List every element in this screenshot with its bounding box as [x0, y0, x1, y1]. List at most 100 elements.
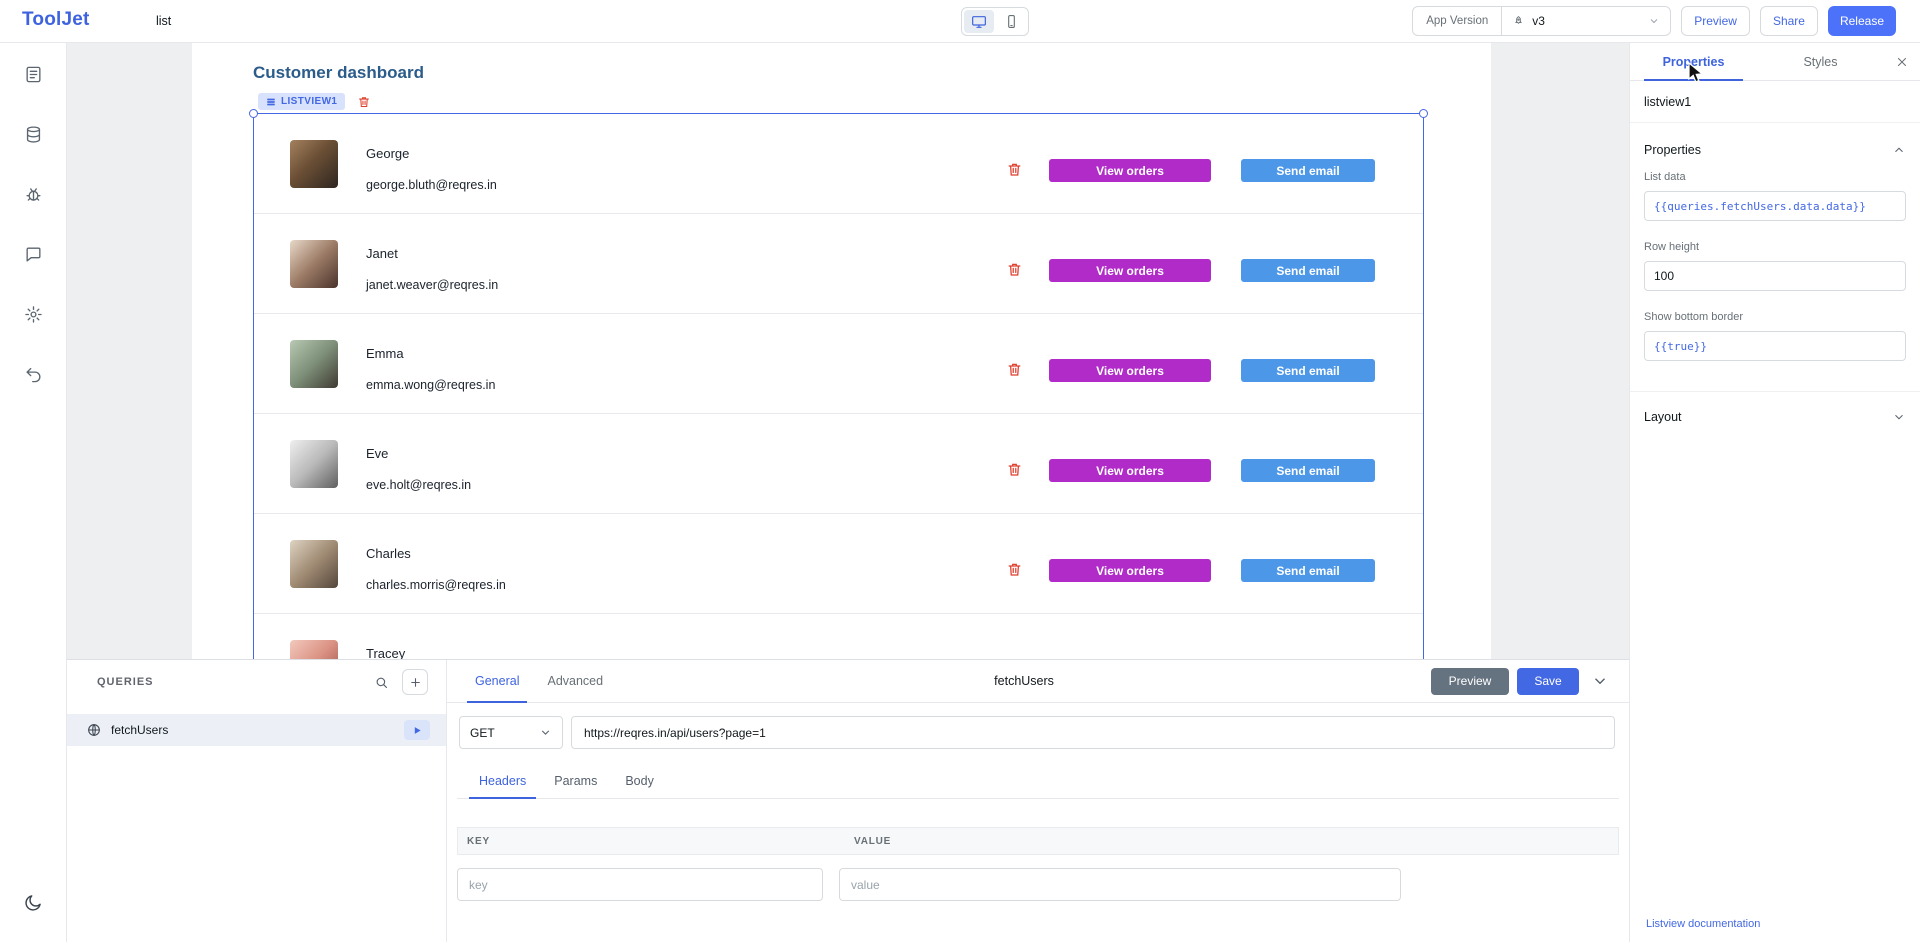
query-editor: General Advanced fetchUsers Preview Save… [447, 660, 1629, 942]
field-list-data: List data {{queries.fetchUsers.data.data… [1644, 171, 1906, 221]
delete-row-icon[interactable] [1006, 461, 1023, 478]
list-item: Eve eve.holt@reqres.in View orders Send … [254, 414, 1423, 514]
avatar [290, 340, 338, 388]
resize-handle[interactable] [1419, 109, 1428, 118]
query-save-button[interactable]: Save [1517, 668, 1579, 695]
mobile-view-button[interactable] [996, 10, 1026, 33]
delete-widget-icon[interactable] [357, 95, 371, 109]
close-icon[interactable] [1884, 43, 1920, 80]
send-email-button[interactable]: Send email [1241, 459, 1375, 482]
collapse-query-panel-icon[interactable] [1587, 670, 1613, 692]
view-orders-button[interactable]: View orders [1049, 259, 1211, 282]
listview-rows: George george.bluth@reqres.in View order… [254, 114, 1423, 659]
value-column-header: VALUE [840, 836, 891, 847]
dark-mode-icon[interactable] [16, 886, 50, 920]
app-version-label: App Version [1413, 7, 1502, 35]
pages-icon[interactable] [16, 57, 50, 91]
queries-title: QUERIES [97, 676, 360, 688]
row-height-input[interactable]: 100 [1644, 261, 1906, 291]
send-email-button[interactable]: Send email [1241, 559, 1375, 582]
url-input[interactable] [571, 716, 1615, 749]
method-value: GET [470, 726, 495, 740]
listview-documentation-link[interactable]: Listview documentation [1638, 908, 1906, 942]
resize-handle[interactable] [249, 109, 258, 118]
header-key-input[interactable] [457, 868, 823, 901]
view-orders-button[interactable]: View orders [1049, 459, 1211, 482]
debugger-icon[interactable] [16, 177, 50, 211]
field-row-height: Row height 100 [1644, 241, 1906, 291]
view-orders-button[interactable]: View orders [1049, 159, 1211, 182]
add-query-icon[interactable] [402, 669, 428, 695]
delete-row-icon[interactable] [1006, 261, 1023, 278]
version-select[interactable]: v3 [1502, 7, 1670, 35]
release-button[interactable]: Release [1828, 6, 1896, 36]
tab-params[interactable]: Params [540, 765, 611, 798]
layout-section-header[interactable]: Layout [1644, 392, 1906, 442]
list-item: Charles charles.morris@reqres.in View or… [254, 514, 1423, 614]
field-show-bottom-border: Show bottom border {{true}} [1644, 311, 1906, 361]
app-canvas[interactable]: Customer dashboard LISTVIEW1 [192, 43, 1491, 659]
method-select[interactable]: GET [459, 716, 563, 749]
properties-section-title: Properties [1644, 143, 1701, 157]
comments-icon[interactable] [16, 237, 50, 271]
avatar [290, 540, 338, 588]
avatar [290, 240, 338, 288]
list-item: Janet janet.weaver@reqres.in View orders… [254, 214, 1423, 314]
avatar [290, 440, 338, 488]
tab-body[interactable]: Body [611, 765, 668, 798]
show-bottom-border-input[interactable]: {{true}} [1644, 331, 1906, 361]
header-value-input[interactable] [839, 868, 1401, 901]
app-name[interactable]: list [156, 14, 171, 28]
list-item: Emma emma.wong@reqres.in View orders Sen… [254, 314, 1423, 414]
properties-section-header[interactable]: Properties [1644, 123, 1906, 171]
run-query-icon[interactable] [404, 720, 430, 740]
tab-general[interactable]: General [461, 660, 533, 702]
top-bar: ToolJet list App Version [0, 0, 1920, 43]
settings-icon[interactable] [16, 297, 50, 331]
query-list-item[interactable]: fetchUsers [67, 714, 446, 746]
delete-row-icon[interactable] [1006, 561, 1023, 578]
tab-advanced[interactable]: Advanced [533, 660, 617, 702]
listview-widget[interactable]: George george.bluth@reqres.in View order… [253, 113, 1424, 659]
user-name: Charles [366, 546, 411, 561]
send-email-button[interactable]: Send email [1241, 159, 1375, 182]
share-button[interactable]: Share [1760, 6, 1818, 36]
user-name: Eve [366, 446, 388, 461]
queries-header: QUERIES [67, 660, 446, 704]
view-orders-button[interactable]: View orders [1049, 359, 1211, 382]
rocket-icon [1512, 15, 1525, 28]
search-icon[interactable] [368, 669, 394, 695]
list-data-input[interactable]: {{queries.fetchUsers.data.data}} [1644, 191, 1906, 221]
inspector-body: Properties List data {{queries.fetchUser… [1630, 123, 1920, 942]
layout-section-title: Layout [1644, 410, 1682, 424]
chevron-down-icon [539, 726, 552, 739]
send-email-button[interactable]: Send email [1241, 359, 1375, 382]
queries-sidebar: QUERIES fetchUsers [67, 660, 447, 942]
tab-headers[interactable]: Headers [465, 765, 540, 798]
chevron-down-icon [1892, 410, 1906, 424]
desktop-view-button[interactable] [964, 10, 994, 33]
widget-name: listview1 [1630, 81, 1920, 123]
user-email: janet.weaver@reqres.in [366, 278, 498, 292]
user-email: eve.holt@reqres.in [366, 478, 471, 492]
listview-icon [266, 97, 276, 107]
datasources-icon[interactable] [16, 117, 50, 151]
query-editor-header: General Advanced fetchUsers Preview Save [447, 660, 1629, 703]
field-label: Row height [1644, 241, 1906, 253]
tab-properties[interactable]: Properties [1630, 43, 1757, 80]
user-email: george.bluth@reqres.in [366, 178, 497, 192]
tooljet-logo: ToolJet [22, 9, 90, 31]
list-item: Tracey View orders Send email [254, 614, 1423, 659]
undo-icon[interactable] [16, 357, 50, 391]
query-preview-button[interactable]: Preview [1431, 668, 1509, 695]
view-orders-button[interactable]: View orders [1049, 559, 1211, 582]
send-email-button[interactable]: Send email [1241, 259, 1375, 282]
preview-button[interactable]: Preview [1681, 6, 1750, 36]
key-column-header: KEY [458, 836, 840, 847]
user-name: Emma [366, 346, 404, 361]
delete-row-icon[interactable] [1006, 361, 1023, 378]
tab-styles[interactable]: Styles [1757, 43, 1884, 80]
delete-row-icon[interactable] [1006, 161, 1023, 178]
monitor-icon [971, 14, 987, 30]
avatar [290, 140, 338, 188]
